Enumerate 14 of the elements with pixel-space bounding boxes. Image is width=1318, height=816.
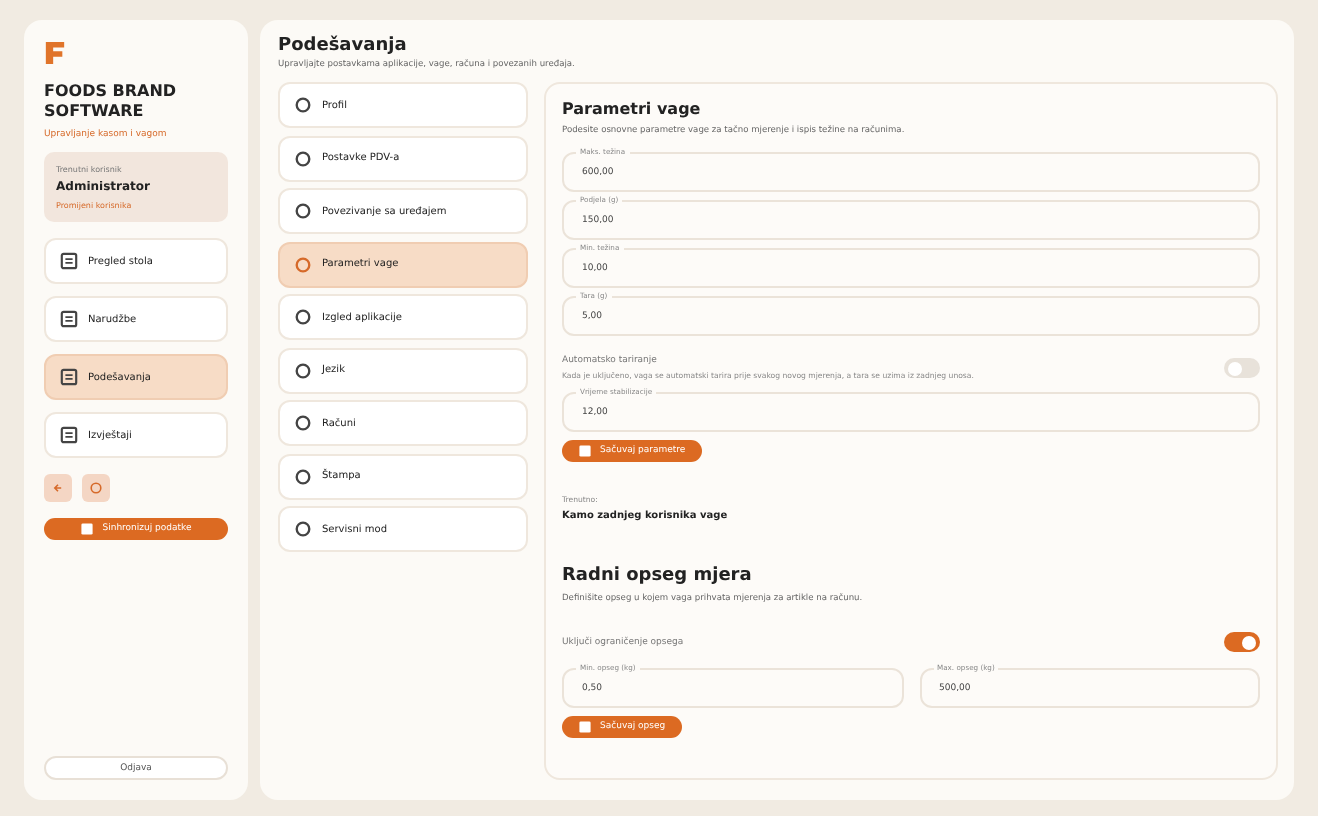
arrow-icon [50, 480, 66, 496]
back-button[interactable] [44, 474, 72, 502]
refresh-button[interactable] [82, 474, 110, 502]
page-title: Podešavanja [278, 36, 409, 56]
nav-icon [60, 426, 78, 444]
brand-name: FOODS BRAND SOFTWARE [44, 82, 179, 122]
logo-icon [44, 40, 66, 66]
nav-icon [60, 252, 78, 270]
nav-icon [60, 310, 78, 328]
section-title: Parametri vage [562, 100, 703, 118]
toggle-switch[interactable] [1224, 358, 1260, 378]
nav-icon [60, 368, 78, 386]
toggle-switch[interactable] [1224, 632, 1260, 652]
section-title: Radni opseg mjera [562, 566, 754, 586]
